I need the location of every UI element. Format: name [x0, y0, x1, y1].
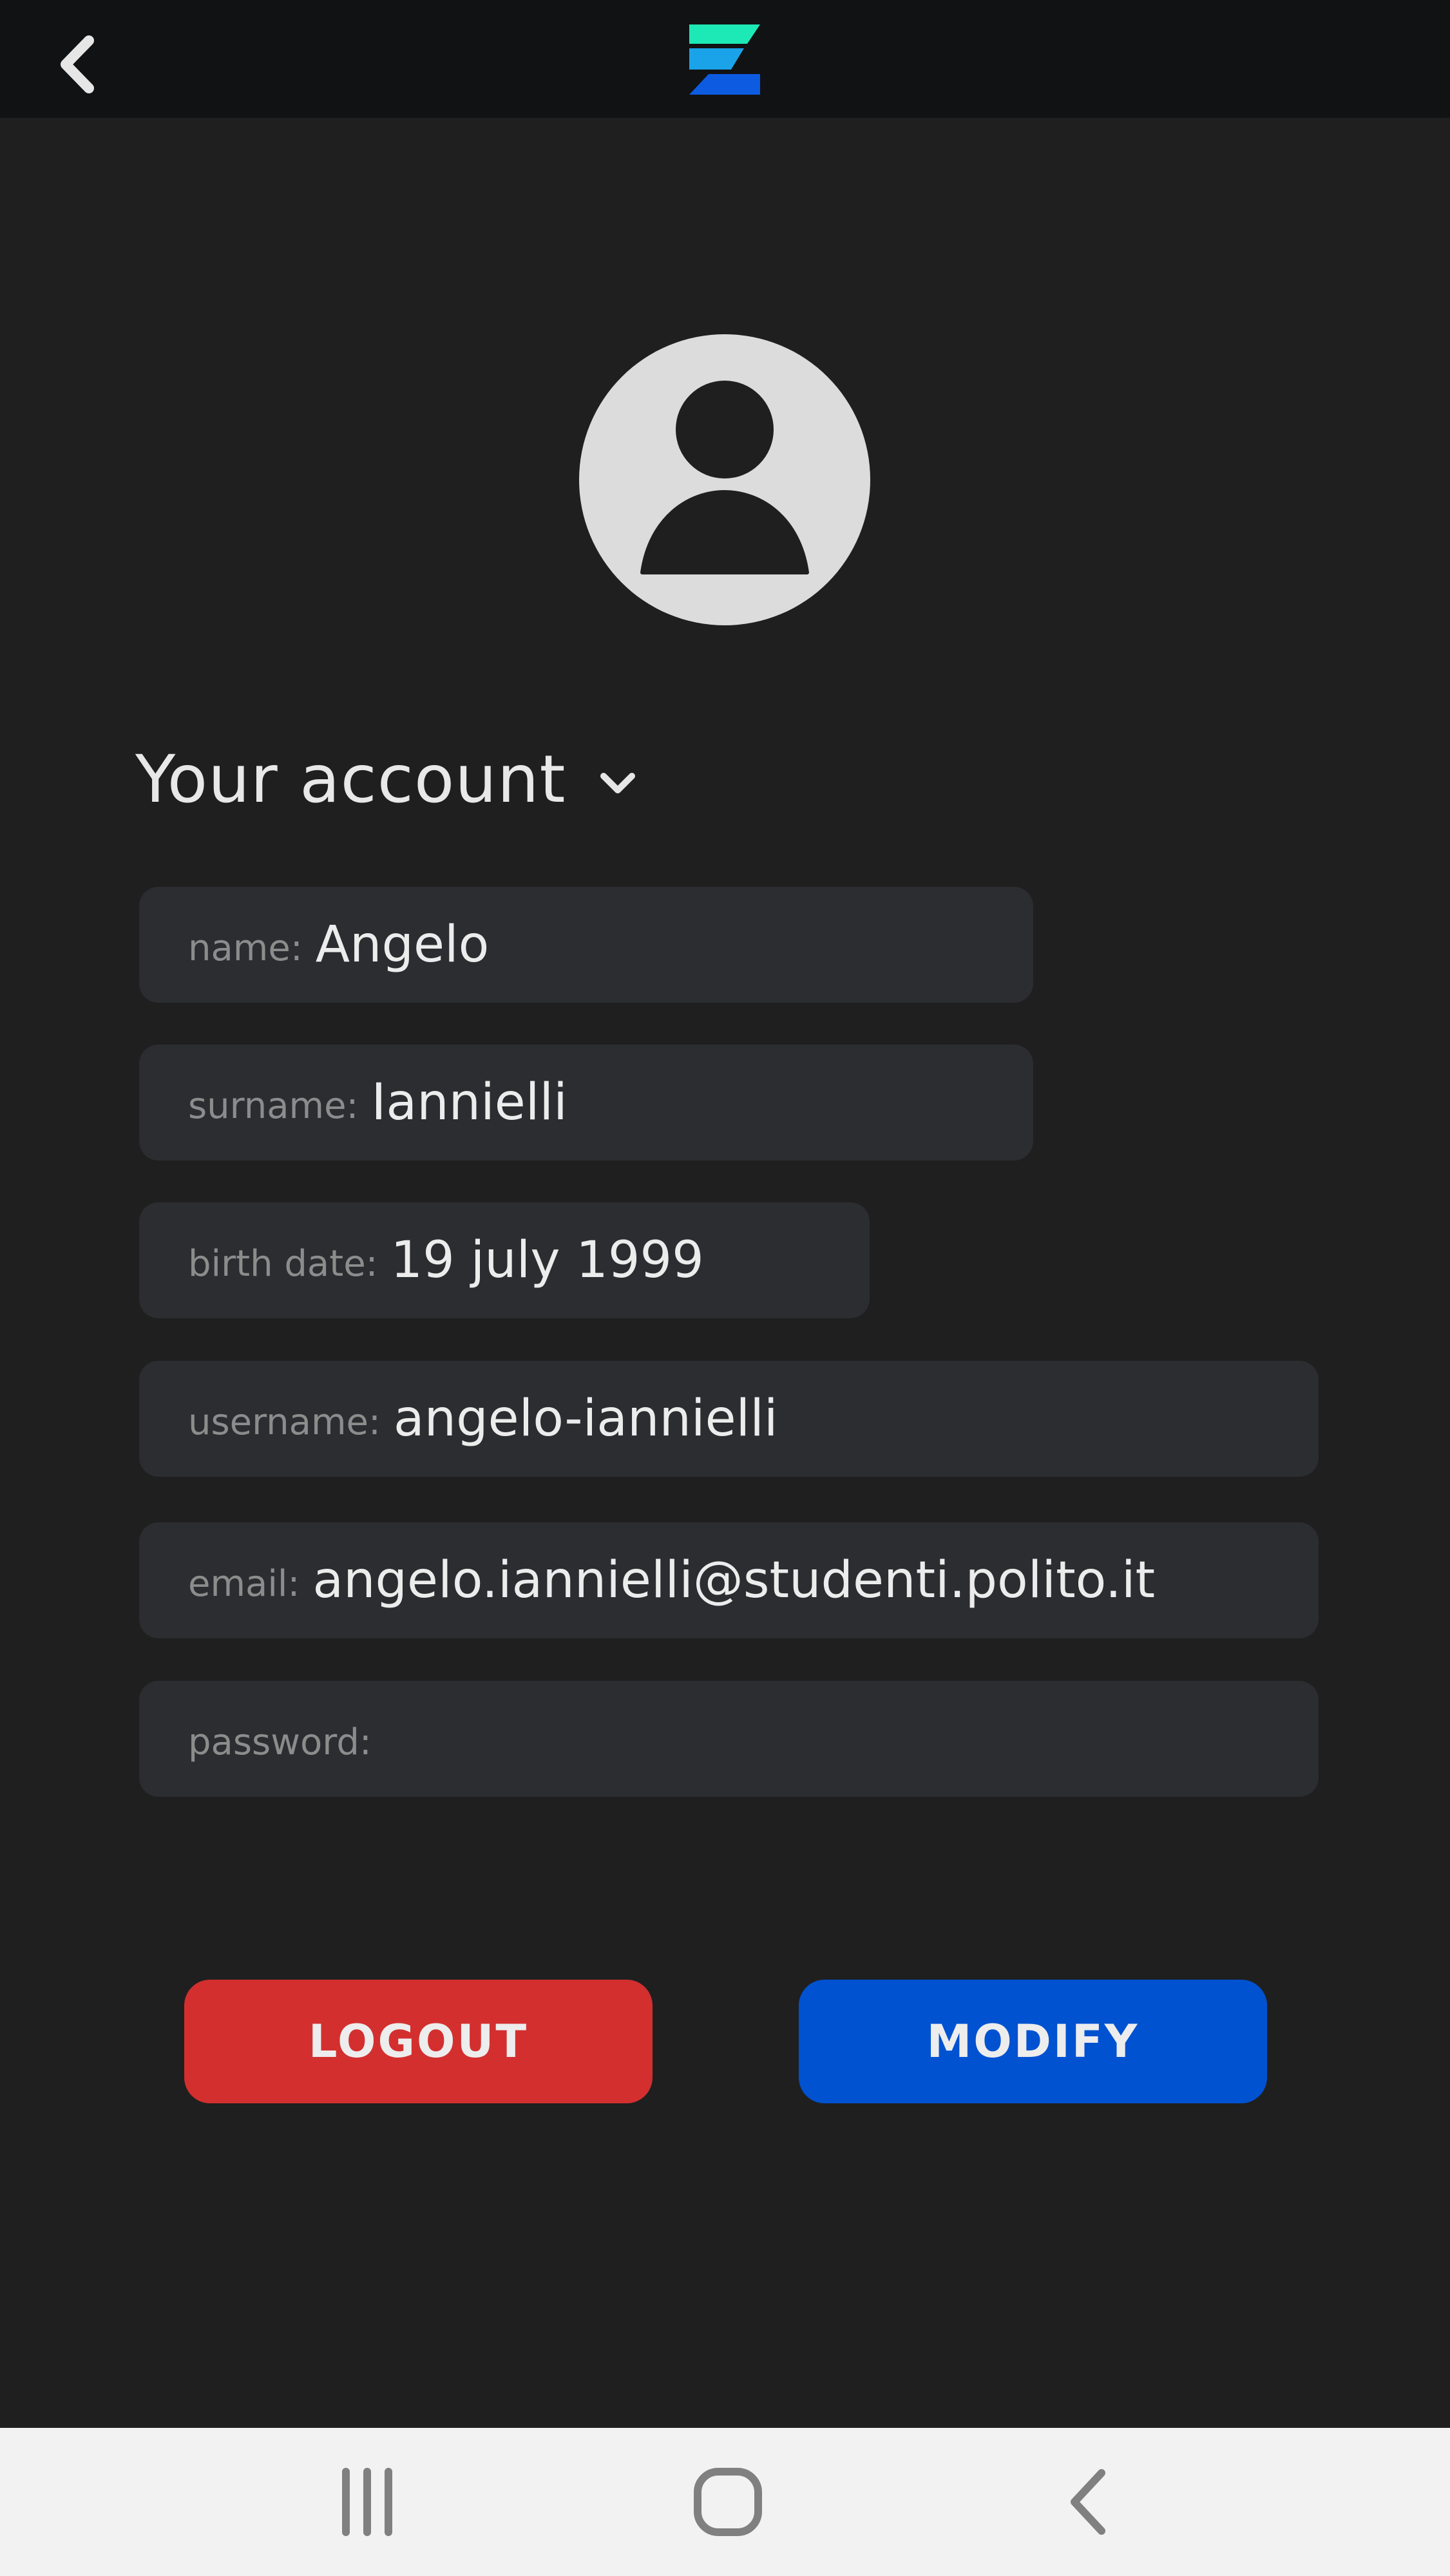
field-label: password: [188, 1721, 372, 1763]
system-back-button[interactable] [1044, 2463, 1134, 2541]
chevron-down-icon [600, 773, 635, 793]
account-screen: Your account name: Angelo surname: Ianni… [0, 0, 1450, 2576]
field-label: email: [188, 1562, 300, 1605]
account-section-toggle[interactable]: Your account [135, 734, 637, 824]
field-label: name: [188, 927, 303, 969]
field-value: angelo-iannielli [393, 1390, 778, 1448]
field-value: Angelo [315, 916, 490, 974]
back-icon [1071, 2469, 1105, 2535]
field-value: Iannielli [371, 1074, 568, 1132]
system-nav-bar [0, 2428, 1450, 2576]
modify-button[interactable]: MODIFY [799, 1980, 1267, 2103]
back-button[interactable] [45, 32, 110, 97]
logout-button[interactable]: LOGOUT [184, 1980, 653, 2103]
app-logo [689, 24, 760, 95]
name-field[interactable]: name: Angelo [139, 887, 1033, 1003]
user-avatar-icon [640, 381, 809, 574]
profile-avatar [579, 334, 870, 625]
field-label: birth date: [188, 1242, 378, 1285]
surname-field[interactable]: surname: Iannielli [139, 1045, 1033, 1160]
field-value: angelo.iannielli@studenti.polito.it [312, 1551, 1156, 1609]
section-title: Your account [135, 741, 566, 818]
home-button[interactable] [683, 2463, 773, 2541]
email-field[interactable]: email: angelo.iannielli@studenti.polito.… [139, 1522, 1319, 1638]
password-field[interactable]: password: [139, 1681, 1319, 1797]
recent-apps-button[interactable] [322, 2463, 412, 2541]
username-field[interactable]: username: angelo-iannielli [139, 1361, 1319, 1477]
field-value: 19 july 1999 [390, 1231, 704, 1289]
field-label: username: [188, 1401, 381, 1443]
home-icon [694, 2468, 762, 2536]
app-top-bar [0, 0, 1450, 118]
field-label: surname: [188, 1084, 359, 1127]
chevron-left-icon [61, 35, 94, 93]
recent-apps-icon [342, 2468, 392, 2536]
birth-date-field[interactable]: birth date: 19 july 1999 [139, 1202, 870, 1318]
